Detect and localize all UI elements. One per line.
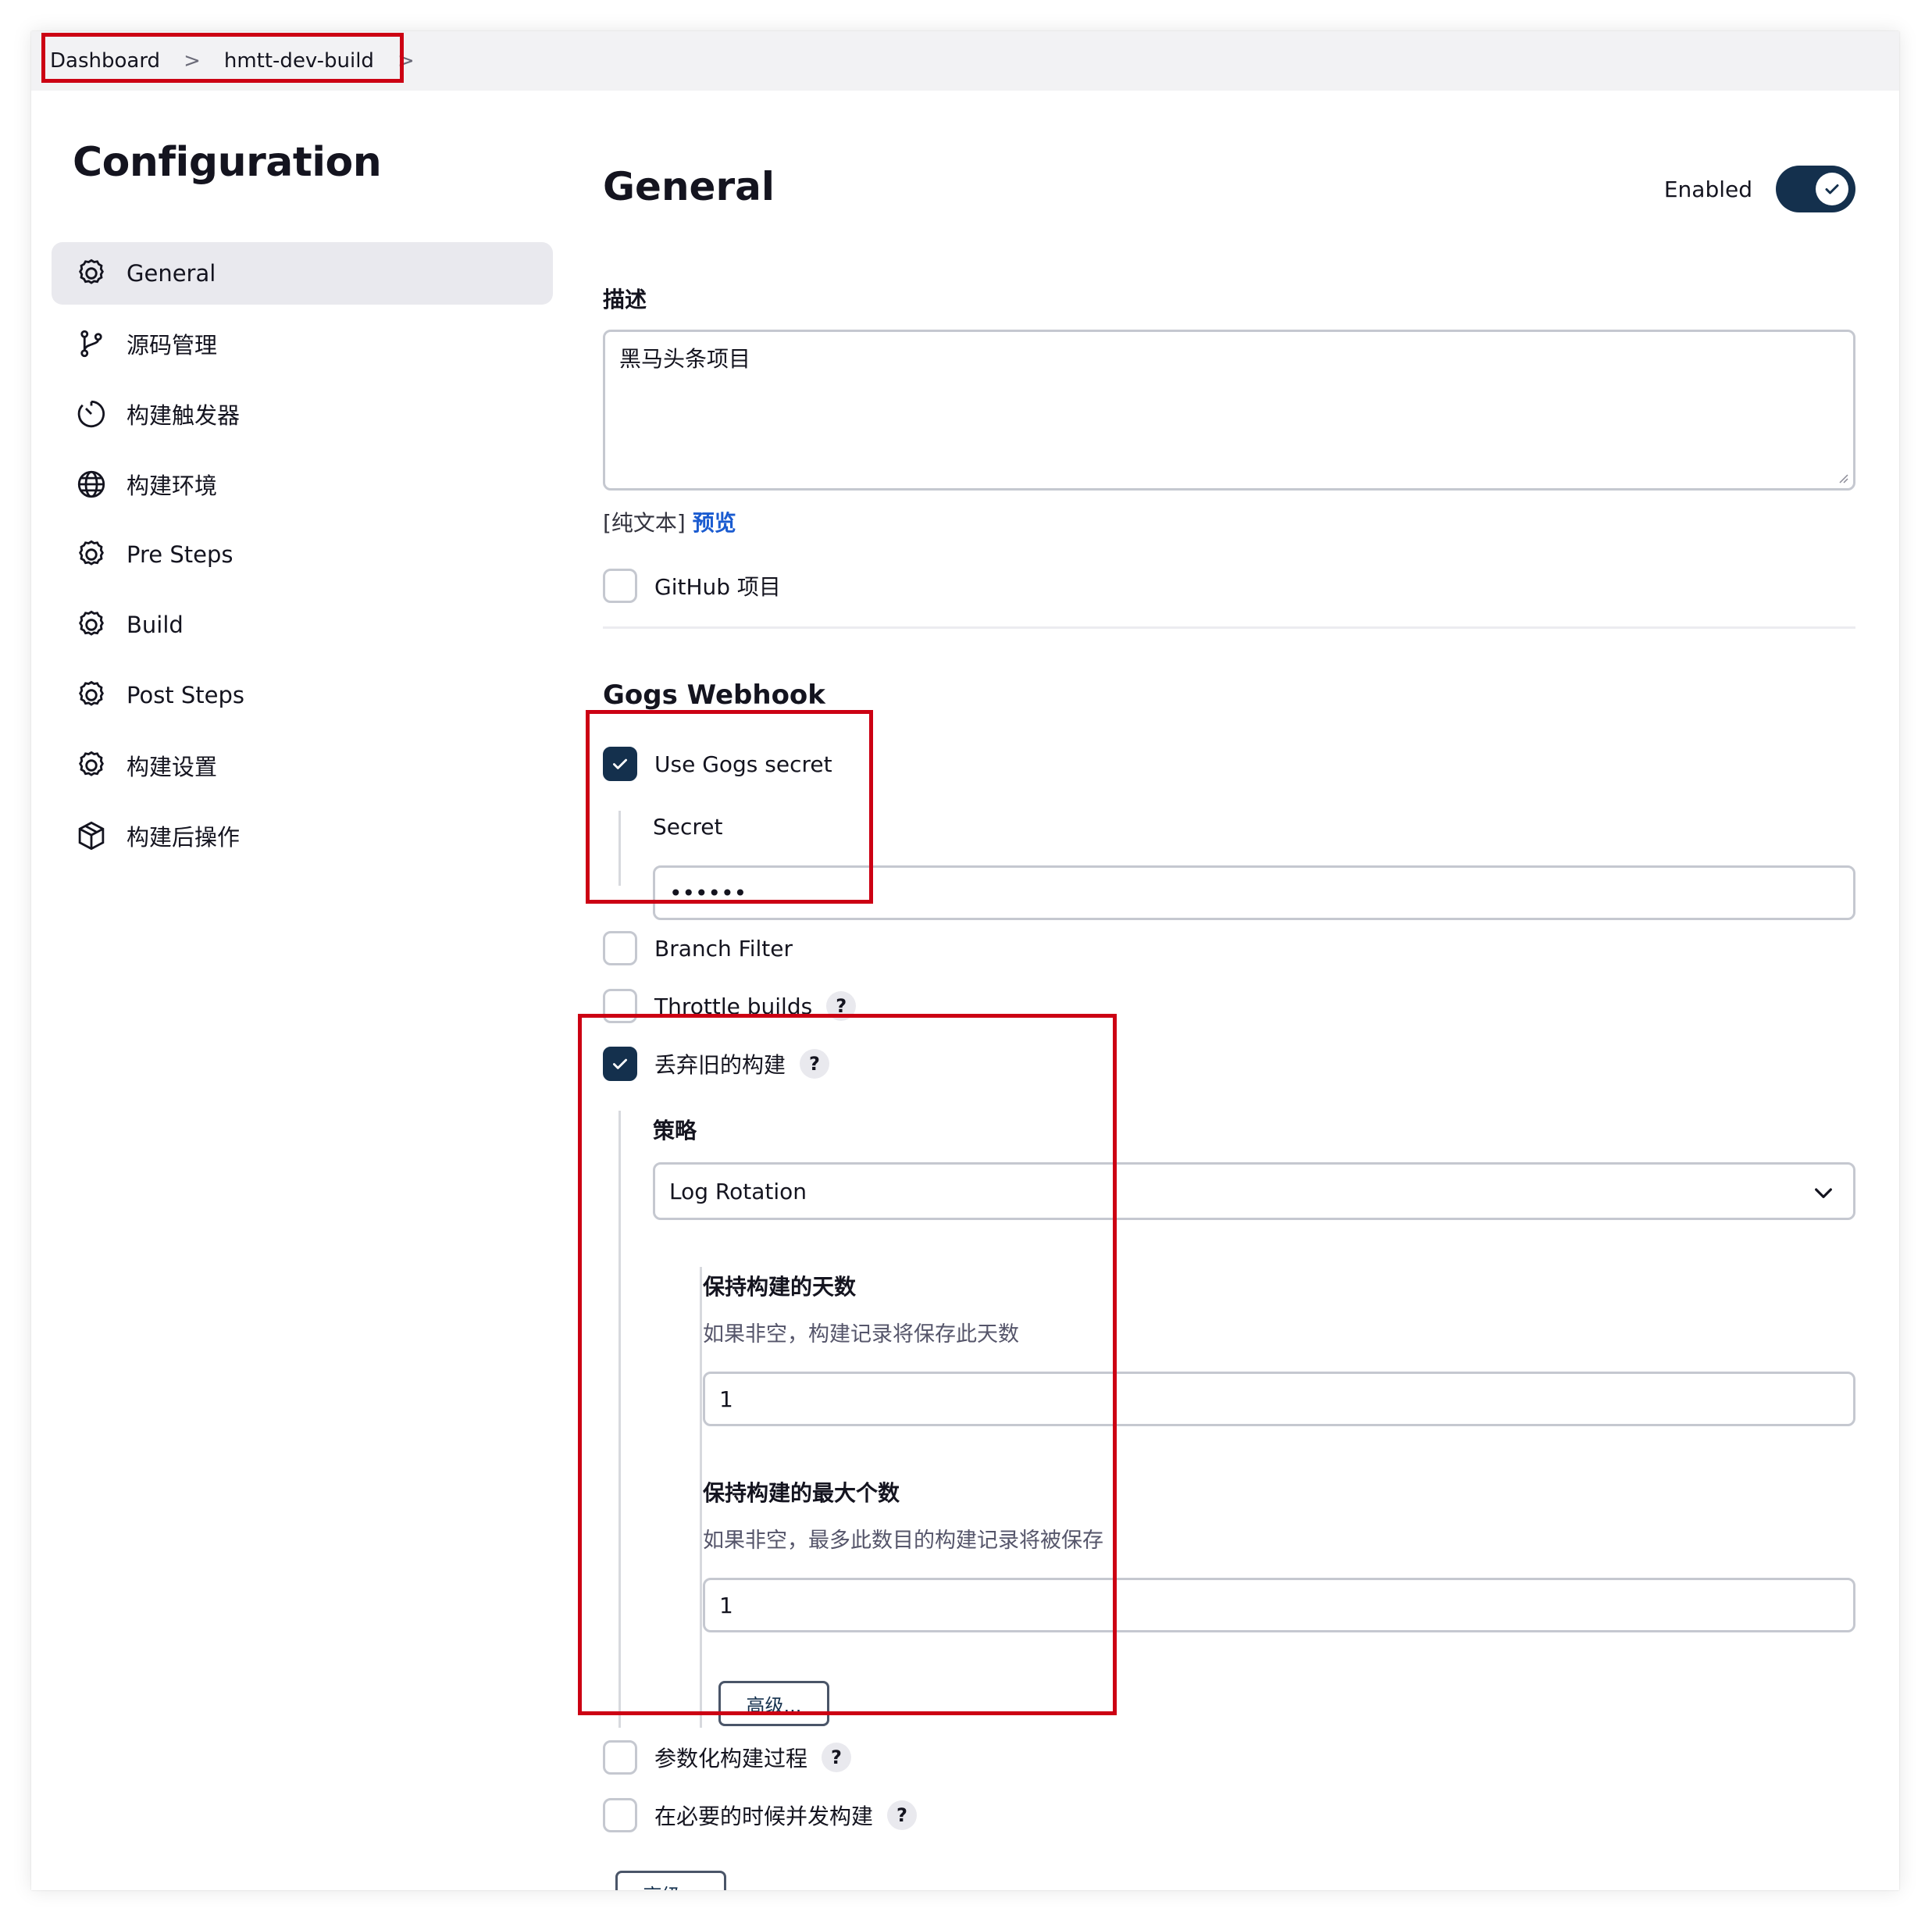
chevron-down-icon [1815,1188,1832,1198]
check-icon [1816,173,1848,205]
strategy-value: Log Rotation [669,1178,807,1204]
days-to-keep-description: 如果非空，构建记录将保存此天数 [703,1322,1019,1347]
chevron-right-icon[interactable]: > [397,49,415,73]
help-icon[interactable]: ? [800,1049,830,1079]
page-title: Configuration [73,139,382,186]
breadcrumb-dashboard[interactable]: Dashboard [50,49,160,73]
help-icon[interactable]: ? [887,1800,918,1830]
days-to-keep-input[interactable]: 1 [703,1372,1855,1426]
sidebar-item-label: 构建环境 [127,473,218,499]
package-icon [73,818,109,854]
max-builds-value: 1 [719,1592,733,1618]
resize-grip-icon[interactable] [1836,471,1848,483]
sidebar-item-label: General [127,260,216,287]
throttle-builds-option: Throttle builds ? [603,989,857,1023]
gear-icon [73,255,109,291]
help-icon[interactable]: ? [822,1743,852,1772]
sidebar-item-triggers[interactable]: 构建触发器 [52,383,553,445]
breadcrumb: Dashboard > hmtt-dev-build > [50,31,415,91]
general-advanced-button[interactable]: 高级... [615,1871,726,1890]
gear-icon [73,607,109,643]
nested-indent-line [700,1267,702,1728]
discard-old-builds-option: 丢弃旧的构建 ? [603,1047,830,1081]
plain-text-label: [纯文本] [603,510,686,536]
enabled-label: Enabled [1663,176,1752,202]
timer-icon [73,396,109,432]
description-format: [纯文本] 预览 [603,506,736,537]
max-builds-description: 如果非空，最多此数目的构建记录将被保存 [703,1529,1103,1553]
gear-icon [73,537,109,573]
max-builds-input[interactable]: 1 [703,1578,1855,1632]
jenkins-window: Dashboard > hmtt-dev-build > Configurati… [31,31,1899,1890]
sidebar-item-label: 源码管理 [127,332,218,359]
sidebar-item-post-build[interactable]: 构建后操作 [52,805,553,867]
description-textarea[interactable]: 黑马头条项目 [603,330,1855,491]
github-project-label: GitHub 项目 [654,574,781,600]
parameterized-checkbox[interactable] [603,1740,637,1775]
secret-value: •••••• [669,879,747,906]
concurrent-builds-checkbox[interactable] [603,1798,637,1832]
enabled-control: Enabled [1664,166,1855,212]
strategy-label: 策略 [653,1118,697,1143]
gear-icon [73,677,109,713]
globe-icon [73,466,109,502]
max-builds-title: 保持构建的最大个数 [703,1480,900,1506]
discard-advanced-button[interactable]: 高级... [718,1681,829,1726]
sidebar-item-label: 构建触发器 [127,402,241,429]
check-icon [613,758,627,769]
section-divider [603,626,1855,629]
secret-label: Secret [653,814,723,840]
sidebar-item-label: Post Steps [127,682,245,708]
discard-old-builds-label: 丢弃旧的构建 [654,1052,786,1078]
nested-indent-line [618,1111,621,1728]
breadcrumb-bar: Dashboard > hmtt-dev-build > [31,31,1899,91]
sidebar-item-environment[interactable]: 构建环境 [52,453,553,516]
discard-old-builds-checkbox[interactable] [603,1047,637,1081]
branch-filter-checkbox[interactable] [603,931,637,965]
sidebar-item-build[interactable]: Build [52,594,553,656]
days-to-keep-value: 1 [719,1386,733,1412]
sidebar-item-label: Build [127,612,184,638]
section-title: General [603,164,775,209]
sidebar-item-pre-steps[interactable]: Pre Steps [52,523,553,586]
help-icon[interactable]: ? [826,991,857,1021]
strategy-select[interactable]: Log Rotation [653,1162,1855,1220]
git-branch-icon [73,326,109,362]
github-project-checkbox[interactable] [603,569,637,603]
nested-indent-line [618,811,621,886]
days-to-keep-title: 保持构建的天数 [703,1274,857,1300]
concurrent-builds-option: 在必要的时候并发构建 ? [603,1798,918,1832]
secret-input[interactable]: •••••• [653,865,1855,920]
parameterized-option: 参数化构建过程 ? [603,1740,852,1775]
sidebar-item-scm[interactable]: 源码管理 [52,312,553,375]
description-label: 描述 [603,287,647,312]
use-gogs-secret-checkbox[interactable] [603,747,637,781]
use-gogs-secret-label: Use Gogs secret [654,751,832,777]
sidebar-item-build-settings[interactable]: 构建设置 [52,734,553,797]
throttle-builds-checkbox[interactable] [603,989,637,1023]
sidebar-item-general[interactable]: General [52,242,553,305]
breadcrumb-job[interactable]: hmtt-dev-build [224,49,374,73]
sidebar-item-label: 构建设置 [127,754,218,780]
sidebar-item-post-steps[interactable]: Post Steps [52,664,553,726]
throttle-builds-label: Throttle builds [654,993,813,1019]
description-value: 黑马头条项目 [619,346,751,372]
sidebar-nav: General 源码管理 构建触发器 构建环境 Pre Steps Build … [52,242,553,875]
enabled-toggle[interactable] [1776,166,1855,212]
branch-filter-label: Branch Filter [654,935,793,962]
github-project-option: GitHub 项目 [603,569,781,603]
concurrent-builds-label: 在必要的时候并发构建 [654,1803,874,1829]
parameterized-label: 参数化构建过程 [654,1746,808,1771]
preview-link[interactable]: 预览 [693,510,736,536]
use-gogs-secret-option: Use Gogs secret [603,747,832,781]
gear-icon [73,747,109,783]
gogs-webhook-title: Gogs Webhook [603,680,825,711]
sidebar-item-label: 构建后操作 [127,824,241,851]
branch-filter-option: Branch Filter [603,931,793,965]
sidebar-item-label: Pre Steps [127,541,233,568]
chevron-right-icon: > [184,49,201,73]
check-icon [613,1058,627,1069]
